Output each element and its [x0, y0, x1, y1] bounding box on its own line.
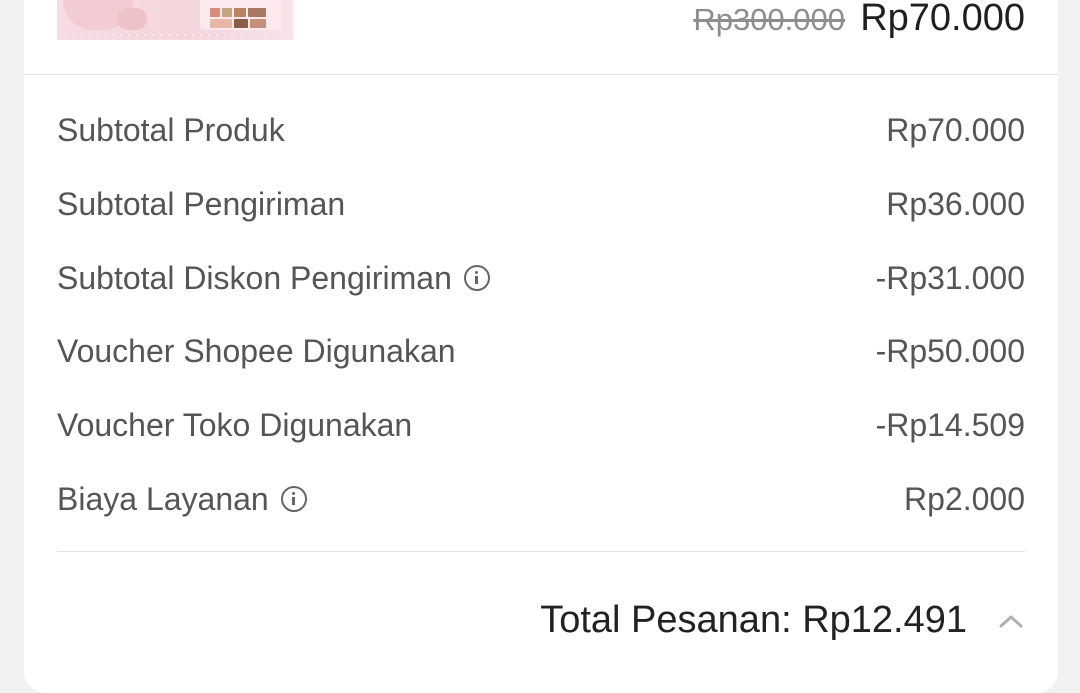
summary-label: Subtotal Pengiriman: [57, 186, 346, 222]
summary-label: Biaya Layanan: [57, 481, 269, 517]
summary-row-voucher-shopee: Voucher Shopee Digunakan -Rp50.000: [57, 331, 1025, 371]
info-circle-icon[interactable]: [280, 485, 307, 512]
thumbnail-palette: [200, 0, 282, 30]
summary-value: -Rp31.000: [875, 260, 1025, 296]
order-summary-card: Rp300.000 Rp70.000 Subtotal Produk Rp70.…: [24, 0, 1058, 693]
order-total: Total Pesanan: Rp12.491: [540, 599, 967, 641]
summary-row-voucher-toko: Voucher Toko Digunakan -Rp14.509: [57, 405, 1025, 445]
summary-label-wrap: Biaya Layanan: [57, 479, 307, 519]
product-thumbnail[interactable]: [57, 0, 293, 40]
summary-value: Rp70.000: [886, 112, 1025, 148]
summary-row-subtotal-pengiriman: Subtotal Pengiriman Rp36.000: [57, 184, 1025, 224]
summary-divider: [57, 551, 1025, 552]
summary-row-diskon-pengiriman: Subtotal Diskon Pengiriman -Rp31.000: [57, 258, 1025, 298]
summary-value: Rp36.000: [886, 186, 1025, 222]
original-price: Rp300.000: [693, 2, 845, 37]
summary-label: Subtotal Produk: [57, 112, 285, 148]
summary-value: -Rp50.000: [875, 333, 1025, 369]
summary-label: Voucher Shopee Digunakan: [57, 333, 456, 369]
chevron-up-icon[interactable]: [998, 612, 1024, 630]
summary-row-biaya-layanan: Biaya Layanan Rp2.000: [57, 479, 1025, 519]
summary-label-wrap: Subtotal Diskon Pengiriman: [57, 258, 490, 298]
summary-label: Subtotal Diskon Pengiriman: [57, 260, 452, 296]
summary-row-subtotal-produk: Subtotal Produk Rp70.000: [57, 110, 1025, 150]
product-row[interactable]: Rp300.000 Rp70.000: [24, 0, 1058, 75]
summary-value: Rp2.000: [904, 481, 1025, 517]
current-price: Rp70.000: [860, 0, 1025, 39]
summary-value: -Rp14.509: [875, 407, 1025, 443]
thumbnail-skin-shape-2: [117, 8, 147, 30]
info-circle-icon[interactable]: [463, 264, 490, 291]
summary-label: Voucher Toko Digunakan: [57, 407, 413, 443]
thumbnail-dots: [61, 34, 289, 36]
